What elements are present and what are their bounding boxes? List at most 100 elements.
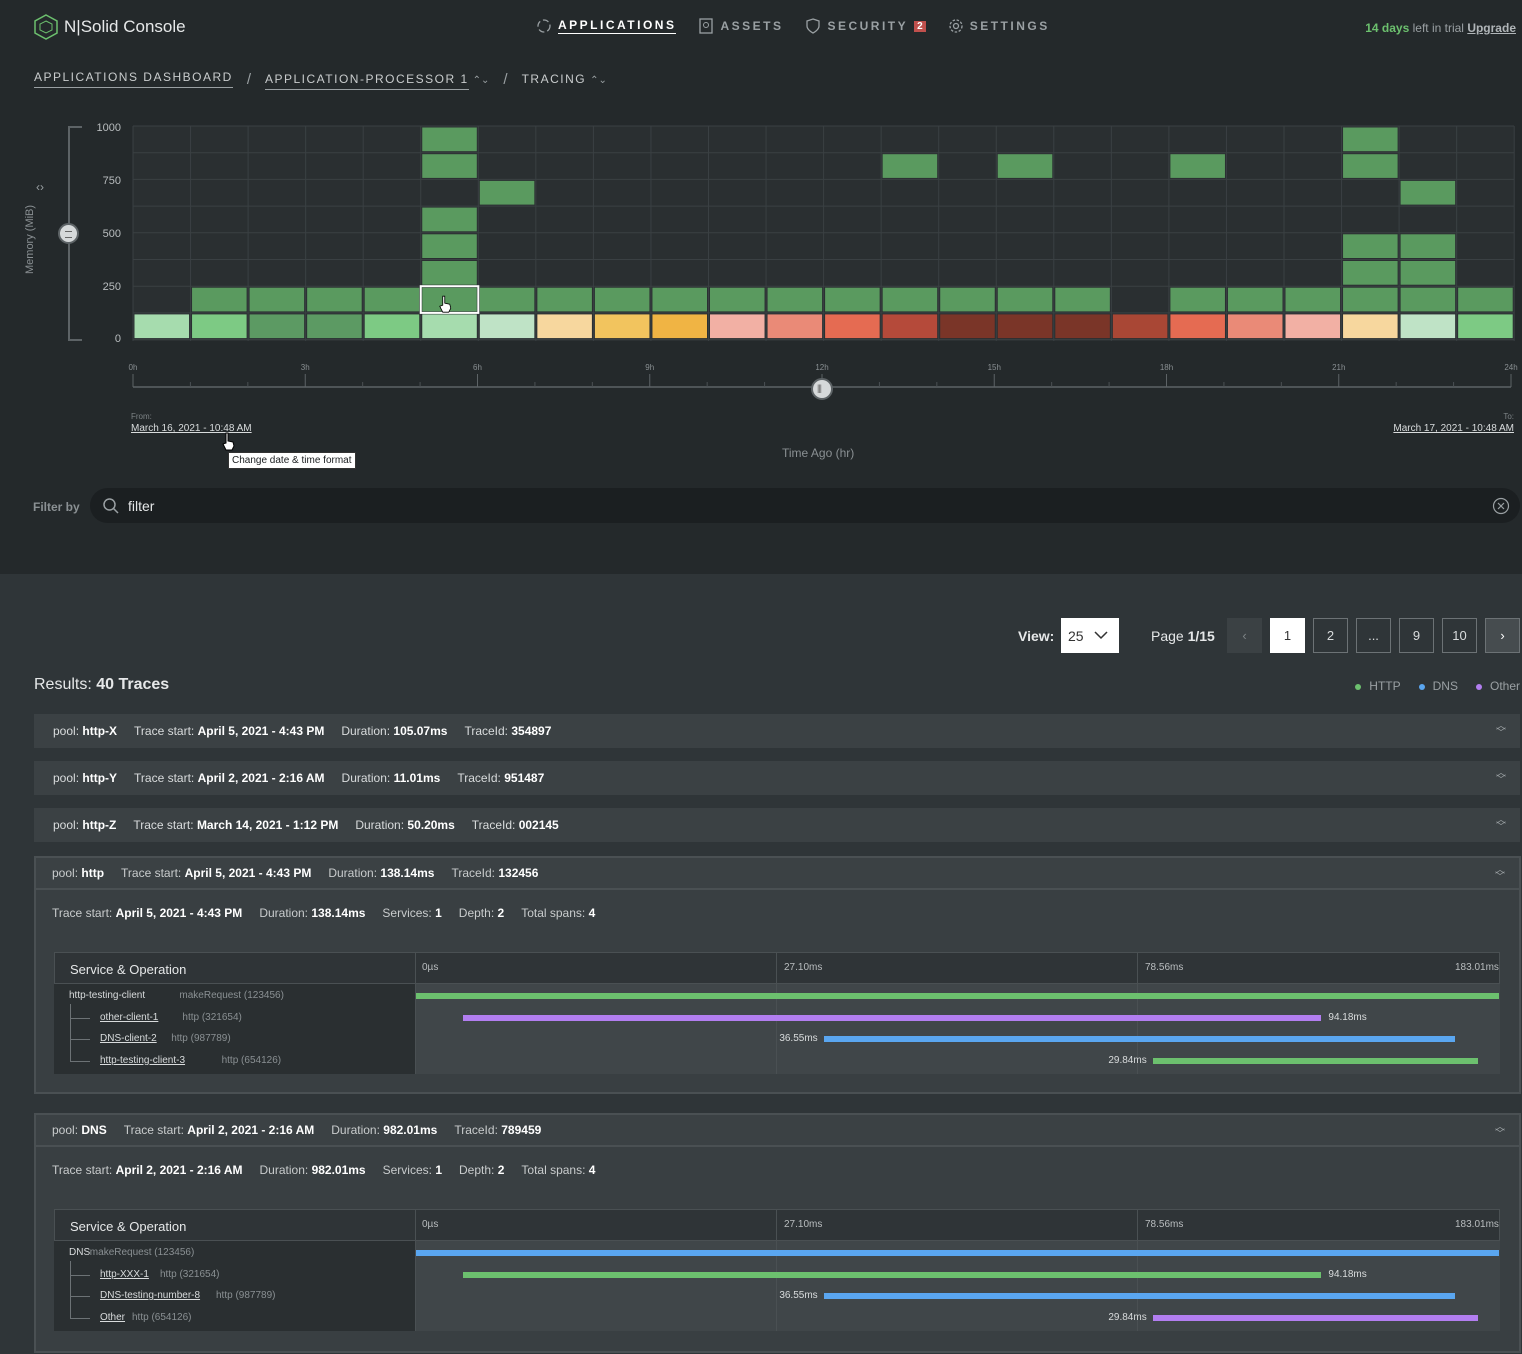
heatmap-cell[interactable] — [882, 314, 938, 339]
heatmap-cell[interactable] — [882, 287, 938, 312]
trace-row-expanded[interactable]: pool: http Trace start: April 5, 2021 - 4… — [36, 858, 1519, 890]
page-button[interactable]: 1 — [1270, 618, 1305, 653]
page-button[interactable]: 10 — [1442, 618, 1477, 653]
prev-page-button[interactable]: ‹ — [1227, 618, 1262, 653]
heatmap-cell[interactable] — [594, 287, 650, 312]
heatmap-cell[interactable] — [997, 314, 1053, 339]
to-date[interactable]: March 17, 2021 - 10:48 AM — [1393, 423, 1514, 434]
heatmap-cell[interactable] — [825, 287, 880, 312]
trace-row[interactable]: pool: http-X Trace start: April 5, 2021 … — [34, 714, 1520, 748]
clear-icon[interactable] — [1492, 497, 1510, 515]
heatmap-cell[interactable] — [1400, 234, 1456, 258]
span-service[interactable]: DNS-client-2 — [100, 1033, 157, 1044]
heatmap-cell[interactable] — [1400, 261, 1456, 285]
time-range-handle[interactable] — [811, 378, 833, 400]
heatmap-cell[interactable] — [1458, 287, 1513, 312]
collapse-toggle-icon[interactable]: ︿ ﹀ — [1495, 1123, 1505, 1140]
heatmap-cell[interactable] — [1055, 314, 1110, 339]
heatmap-cell[interactable] — [307, 314, 362, 339]
span-service[interactable]: http-testing-client-3 — [100, 1055, 185, 1066]
heatmap-cell[interactable] — [825, 314, 880, 339]
span-bar[interactable] — [463, 1014, 1322, 1021]
filter-input[interactable] — [128, 497, 1448, 514]
heatmap-cell[interactable] — [1227, 287, 1283, 312]
from-label: From: — [131, 412, 152, 421]
heatmap-cell[interactable] — [1458, 314, 1513, 339]
heatmap-cell[interactable] — [1343, 234, 1398, 258]
heatmap-cell[interactable] — [594, 314, 650, 339]
heatmap-cell[interactable] — [364, 314, 420, 339]
heatmap-cell[interactable] — [1343, 127, 1398, 152]
heatmap-cell[interactable] — [249, 287, 305, 312]
heatmap-cell[interactable] — [1285, 287, 1341, 312]
heatmap-cell[interactable] — [1343, 154, 1398, 178]
span-bar[interactable] — [824, 1293, 1455, 1299]
heatmap-cell[interactable] — [1227, 314, 1283, 339]
span-bar[interactable] — [1153, 1314, 1479, 1321]
heatmap-cell[interactable] — [940, 287, 995, 312]
heatmap-cell[interactable] — [1343, 287, 1398, 312]
trace-row[interactable]: pool: http-Y Trace start: April 2, 2021 … — [34, 761, 1520, 795]
span-service[interactable]: other-client-1 — [100, 1012, 158, 1023]
heatmap-cell[interactable] — [249, 314, 305, 339]
heatmap-cell[interactable] — [1400, 287, 1456, 312]
span-service[interactable]: Other — [100, 1312, 125, 1323]
heatmap-cell[interactable] — [479, 180, 535, 205]
heatmap-cell[interactable] — [134, 314, 190, 339]
expand-toggle-icon[interactable]: ︿ ﹀ — [1496, 722, 1506, 739]
trace-id-value: 132456 — [498, 866, 539, 880]
page-button[interactable]: 9 — [1399, 618, 1434, 653]
span-bar[interactable] — [463, 1271, 1322, 1278]
heatmap-cell[interactable] — [422, 207, 477, 232]
heatmap-cell[interactable] — [882, 154, 938, 178]
page-button[interactable]: 2 — [1313, 618, 1348, 653]
expand-toggle-icon[interactable]: ︿ ﹀ — [1496, 816, 1506, 833]
heatmap-cell[interactable] — [1285, 314, 1341, 339]
heatmap-cell[interactable] — [652, 314, 707, 339]
heatmap-cell[interactable] — [710, 314, 765, 339]
span-bar[interactable] — [416, 993, 1499, 999]
heatmap-cell[interactable] — [537, 314, 592, 339]
span-bar[interactable] — [1153, 1057, 1479, 1064]
heatmap-cell[interactable] — [1170, 287, 1225, 312]
collapse-toggle-icon[interactable]: ︿ ﹀ — [1495, 866, 1505, 883]
heatmap-cell[interactable] — [1343, 314, 1398, 339]
next-page-button[interactable]: › — [1485, 618, 1520, 653]
heatmap-cell[interactable] — [652, 287, 707, 312]
heatmap-cell[interactable] — [422, 154, 477, 178]
trace-row[interactable]: pool: http-Z Trace start: March 14, 2021… — [34, 808, 1520, 842]
heatmap-cell[interactable] — [192, 314, 247, 339]
heatmap-cell[interactable] — [1343, 261, 1398, 285]
expand-toggle-icon[interactable]: ︿ ﹀ — [1496, 769, 1506, 786]
heatmap-cell[interactable] — [1400, 314, 1456, 339]
heatmap-cell[interactable] — [940, 314, 995, 339]
heatmap-cell[interactable] — [1055, 287, 1110, 312]
heatmap-cell[interactable] — [479, 287, 535, 312]
heatmap-cell[interactable] — [710, 287, 765, 312]
heatmap-cell[interactable] — [364, 287, 420, 312]
heatmap-cell[interactable] — [997, 287, 1053, 312]
heatmap-cell[interactable] — [767, 314, 823, 339]
span-service[interactable]: http-XXX-1 — [100, 1269, 149, 1280]
heatmap-cell[interactable] — [1170, 154, 1225, 178]
trace-start-value: April 5, 2021 - 4:43 PM — [197, 724, 325, 738]
heatmap-cell[interactable] — [422, 314, 477, 339]
heatmap-cell[interactable] — [422, 261, 477, 285]
heatmap-cell[interactable] — [537, 287, 592, 312]
trace-row-expanded[interactable]: pool: DNS Trace start: April 2, 2021 - 2:… — [36, 1115, 1519, 1147]
heatmap-cell[interactable] — [479, 314, 535, 339]
heatmap-cell[interactable] — [997, 154, 1053, 178]
heatmap-cell[interactable] — [767, 287, 823, 312]
heatmap-cell[interactable] — [422, 234, 477, 258]
span-bar[interactable] — [824, 1036, 1455, 1042]
heatmap-cell[interactable] — [1112, 314, 1168, 339]
heatmap-cell[interactable] — [1400, 180, 1456, 205]
view-select[interactable]: 25 — [1061, 618, 1119, 653]
heatmap-cell[interactable] — [192, 287, 247, 312]
span-bar[interactable] — [416, 1250, 1499, 1256]
heatmap-cell[interactable] — [1170, 314, 1225, 339]
page-ellipsis[interactable]: ... — [1356, 618, 1391, 653]
heatmap-cell[interactable] — [422, 127, 477, 152]
heatmap-cell[interactable] — [307, 287, 362, 312]
span-service[interactable]: DNS-testing-number-8 — [100, 1290, 200, 1301]
